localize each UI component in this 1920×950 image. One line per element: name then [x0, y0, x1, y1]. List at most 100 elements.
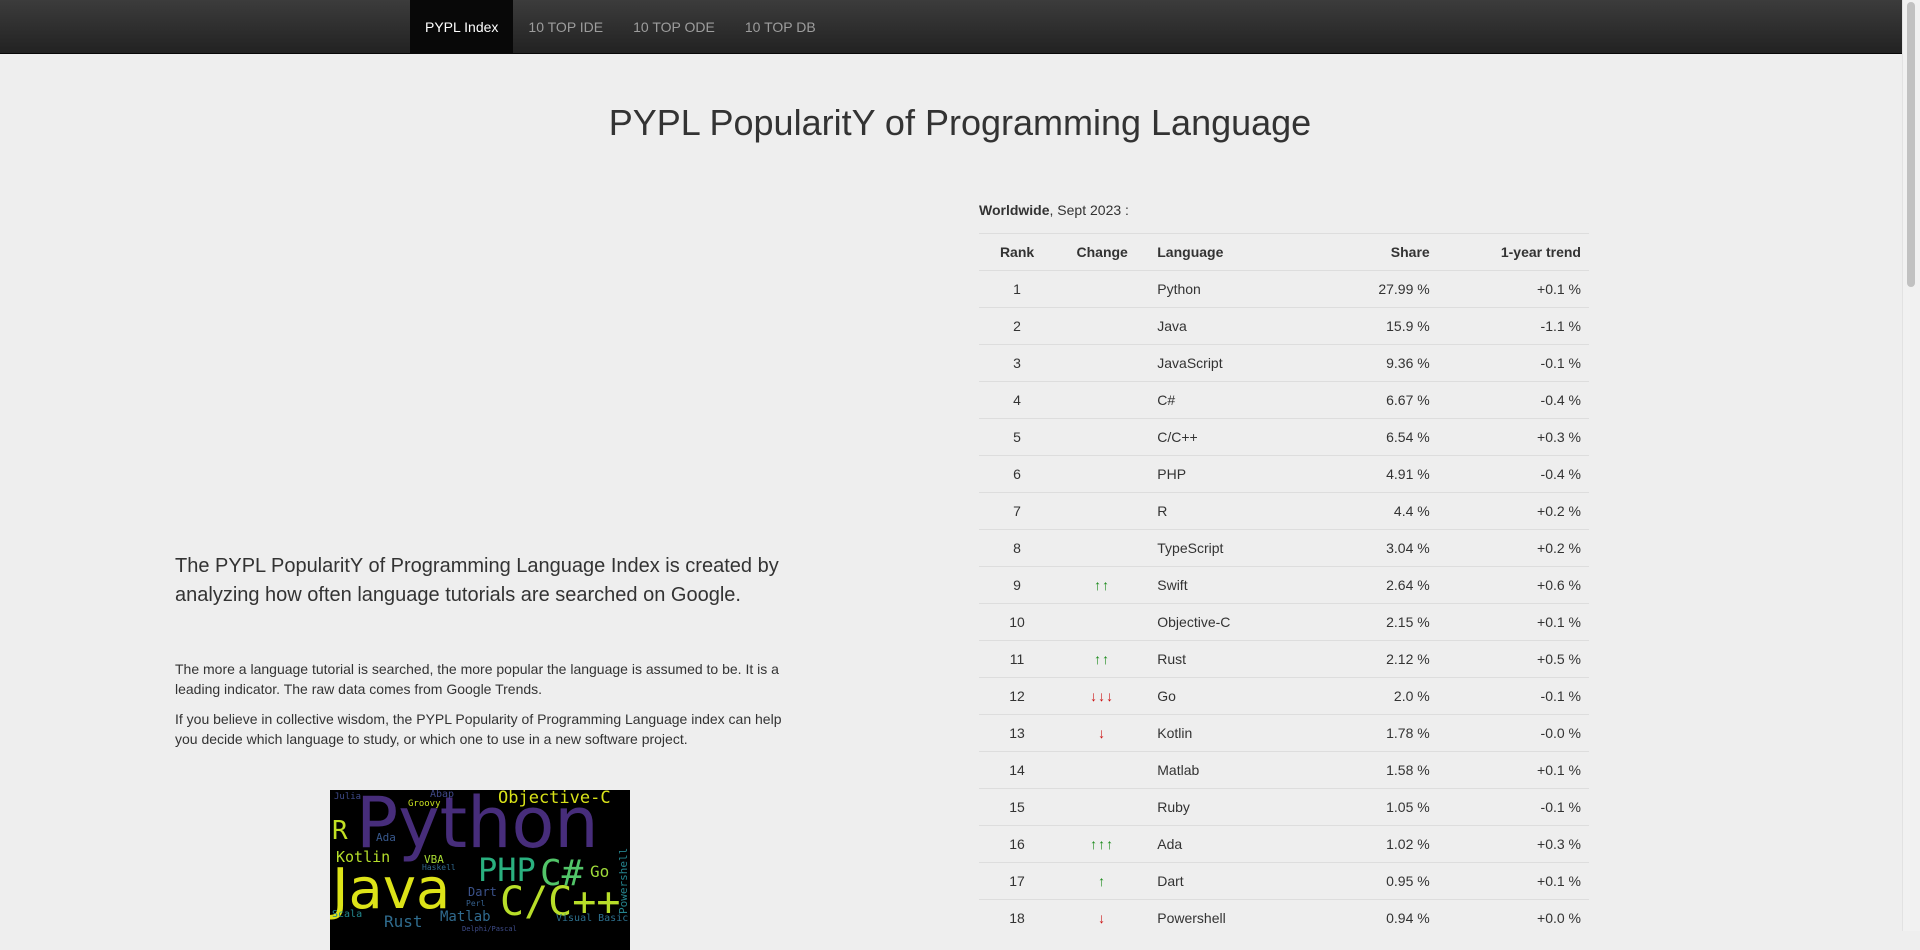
- table-row: 4 C# 6.67 % -0.4 %: [979, 381, 1589, 419]
- language-cell: JavaScript: [1149, 344, 1322, 382]
- arrow-down-icon: ↓: [1098, 725, 1107, 741]
- word-cloud-word: Julia: [334, 792, 362, 802]
- change-cell: [1055, 344, 1150, 382]
- word-cloud-word: Groovy: [408, 799, 441, 809]
- nav-item-top-ide[interactable]: 10 TOP IDE: [513, 0, 618, 53]
- rank-cell: 10: [979, 603, 1056, 641]
- trend-cell: -0.0 %: [1437, 714, 1589, 752]
- rank-cell: 5: [979, 418, 1056, 456]
- change-cell: [1055, 788, 1150, 826]
- share-cell: 6.54 %: [1321, 418, 1438, 456]
- language-cell: Ada: [1149, 825, 1322, 863]
- share-cell: 6.67 %: [1321, 381, 1438, 419]
- trend-cell: +0.2 %: [1437, 529, 1589, 567]
- trend-cell: +0.1 %: [1437, 603, 1589, 641]
- table-row: 13 ↓ Kotlin 1.78 % -0.0 %: [979, 714, 1589, 752]
- nav-item-pypl-index[interactable]: PYPL Index: [410, 0, 514, 53]
- word-cloud-word: Go: [590, 862, 610, 881]
- trend-cell: -0.1 %: [1437, 788, 1589, 826]
- table-row: 17 ↑ Dart 0.95 % +0.1 %: [979, 862, 1589, 900]
- word-cloud-word: Kotlin: [336, 848, 391, 866]
- word-cloud-word: Dart: [468, 885, 497, 899]
- rank-cell: 11: [979, 640, 1056, 678]
- share-cell: 2.0 %: [1321, 677, 1438, 715]
- rank-cell: 4: [979, 381, 1056, 419]
- language-cell: Java: [1149, 307, 1322, 345]
- trend-cell: -0.4 %: [1437, 381, 1589, 419]
- language-cell: Python: [1149, 270, 1322, 308]
- nav-item-top-db[interactable]: 10 TOP DB: [730, 0, 831, 53]
- language-cell: PHP: [1149, 455, 1322, 493]
- word-cloud-word: Perl: [466, 899, 486, 908]
- language-cell: Go: [1149, 677, 1322, 715]
- arrow-up-icon: ↑↑↑: [1090, 836, 1115, 852]
- header-rank: Rank: [979, 233, 1056, 271]
- change-cell: [1055, 418, 1150, 456]
- header-share: Share: [1321, 233, 1438, 271]
- nav-list: PYPL Index 10 TOP IDE 10 TOP ODE 10 TOP …: [410, 0, 831, 53]
- change-cell: [1055, 270, 1150, 308]
- share-cell: 9.36 %: [1321, 344, 1438, 382]
- word-cloud-word: PHP: [478, 851, 536, 889]
- word-cloud-word: Ada: [376, 831, 396, 844]
- ranking-header-row: Rank Change Language Share 1-year trend: [979, 233, 1589, 271]
- share-cell: 2.15 %: [1321, 603, 1438, 641]
- word-cloud-word: R: [332, 816, 348, 846]
- arrow-down-icon: ↓↓↓: [1090, 688, 1115, 704]
- rank-cell: 3: [979, 344, 1056, 382]
- table-row: 2 Java 15.9 % -1.1 %: [979, 307, 1589, 345]
- word-cloud-word: Visual Basic: [556, 913, 629, 924]
- rank-cell: 12: [979, 677, 1056, 715]
- change-cell: [1055, 492, 1150, 530]
- nav-item-top-ode[interactable]: 10 TOP ODE: [618, 0, 730, 53]
- rank-cell: 17: [979, 862, 1056, 900]
- change-cell: [1055, 751, 1150, 789]
- header-language: Language: [1149, 233, 1322, 271]
- intro-paragraph-2: If you believe in collective wisdom, the…: [175, 711, 782, 747]
- share-cell: 0.95 %: [1321, 862, 1438, 900]
- share-cell: 27.99 %: [1321, 270, 1438, 308]
- arrow-down-icon: ↓: [1098, 910, 1107, 926]
- word-cloud-word: Delphi/Pascal: [462, 925, 517, 933]
- trend-cell: +0.1 %: [1437, 862, 1589, 900]
- share-cell: 1.58 %: [1321, 751, 1438, 789]
- table-row: 8 TypeScript 3.04 % +0.2 %: [979, 529, 1589, 567]
- share-cell: 15.9 %: [1321, 307, 1438, 345]
- rank-cell: 8: [979, 529, 1056, 567]
- language-cell: Ruby: [1149, 788, 1322, 826]
- table-row: 9 ↑↑ Swift 2.64 % +0.6 %: [979, 566, 1589, 604]
- rank-cell: 14: [979, 751, 1056, 789]
- change-cell: ↓: [1055, 714, 1150, 752]
- ranking-body: 1 Python 27.99 % +0.1 % 2 Java 15.9 % -1.1 % 3 Ja…: [979, 270, 1589, 936]
- change-cell: ↑↑: [1055, 566, 1150, 604]
- top-navbar: PYPL Index 10 TOP IDE 10 TOP ODE 10 TOP …: [0, 0, 1920, 54]
- change-cell: [1055, 307, 1150, 345]
- share-cell: 4.4 %: [1321, 492, 1438, 530]
- language-cell: R: [1149, 492, 1322, 530]
- share-cell: 4.91 %: [1321, 455, 1438, 493]
- intro-paragraph-1: The more a language tutorial is searched…: [175, 661, 779, 697]
- word-cloud-word: C#: [540, 853, 584, 894]
- rank-cell: 16: [979, 825, 1056, 863]
- arrow-up-icon: ↑↑: [1094, 577, 1111, 593]
- rank-cell: 6: [979, 455, 1056, 493]
- share-cell: 1.78 %: [1321, 714, 1438, 752]
- intro-lead: The PYPL PopularitY of Programming Langu…: [175, 555, 779, 606]
- change-cell: ↑↑↑: [1055, 825, 1150, 863]
- language-cell: Swift: [1149, 566, 1322, 604]
- trend-cell: -0.4 %: [1437, 455, 1589, 493]
- table-row: 11 ↑↑ Rust 2.12 % +0.5 %: [979, 640, 1589, 678]
- trend-cell: +0.3 %: [1437, 825, 1589, 863]
- change-cell: ↑: [1055, 862, 1150, 900]
- share-cell: 1.02 %: [1321, 825, 1438, 863]
- rank-cell: 13: [979, 714, 1056, 752]
- share-cell: 1.05 %: [1321, 788, 1438, 826]
- ranking-region: Worldwide: [979, 202, 1050, 218]
- language-cell: Objective-C: [1149, 603, 1322, 641]
- arrow-up-icon: ↑↑: [1094, 651, 1111, 667]
- word-cloud-word: Matlab: [440, 909, 491, 925]
- change-cell: [1055, 455, 1150, 493]
- trend-cell: -1.1 %: [1437, 307, 1589, 345]
- language-cell: C/C++: [1149, 418, 1322, 456]
- change-cell: ↓↓↓: [1055, 677, 1150, 715]
